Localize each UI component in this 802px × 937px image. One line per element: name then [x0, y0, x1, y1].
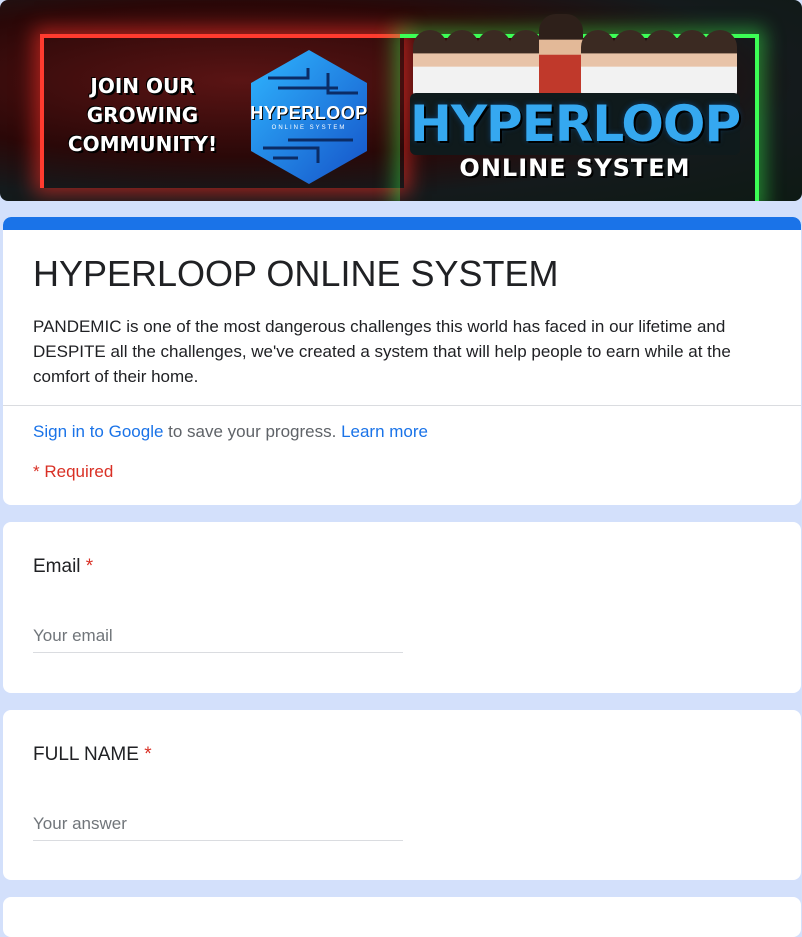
question-title: Email: [33, 556, 81, 577]
signin-link[interactable]: Sign in to Google: [33, 422, 163, 441]
banner-title: HYPERLOOP: [410, 93, 741, 155]
signin-text: to save your progress.: [163, 422, 342, 441]
question-label-email: Email *: [33, 556, 93, 578]
form-description: PANDEMIC is one of the most dangerous ch…: [33, 317, 731, 386]
required-note: * Required: [33, 462, 114, 481]
community-people-image: [405, 14, 740, 98]
question-card-full-name: FULL NAME *: [3, 710, 801, 880]
form-title: HYPERLOOP ONLINE SYSTEM: [33, 253, 559, 294]
logo-text: HYPERLOOP: [250, 103, 368, 123]
signin-notice: Sign in to Google to save your progress.…: [33, 422, 428, 442]
learn-more-link[interactable]: Learn more: [341, 422, 428, 441]
form-header-card: HYPERLOOP ONLINE SYSTEM PANDEMIC is one …: [3, 217, 801, 505]
question-card-email: Email *: [3, 522, 801, 693]
full-name-input[interactable]: [33, 808, 403, 841]
question-card-next: [3, 897, 801, 937]
required-asterisk: *: [85, 556, 94, 577]
question-label-full-name: FULL NAME *: [33, 744, 152, 766]
required-asterisk: *: [144, 744, 152, 765]
accent-bar: [3, 217, 801, 230]
divider: [3, 405, 801, 406]
logo-subtext: ONLINE SYSTEM: [271, 125, 347, 131]
header-banner-image: JOIN OUR GROWING COMMUNITY! HYPERLOOP ON…: [0, 0, 802, 201]
banner-subtitle: ONLINE SYSTEM: [459, 154, 691, 182]
banner-join-text: JOIN OUR GROWING COMMUNITY!: [67, 74, 218, 156]
question-title: FULL NAME: [33, 744, 139, 765]
email-input[interactable]: [33, 620, 403, 653]
